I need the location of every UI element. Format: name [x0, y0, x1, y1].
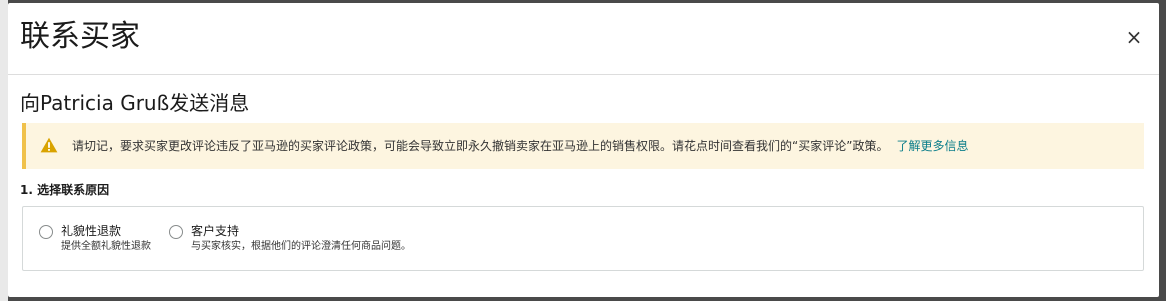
modal-title: 联系买家	[20, 19, 140, 54]
contact-buyer-modal: 联系买家 × 向Patricia Gruß发送消息 请切记，要求买家更改评论违反…	[8, 3, 1159, 297]
policy-warning-text: 请切记，要求买家更改评论违反了亚马逊的买家评论政策，可能会导致立即永久撤销卖家在…	[72, 137, 968, 155]
modal-header: 联系买家 ×	[8, 3, 1159, 75]
page-behind-strip	[0, 0, 8, 301]
courtesy-refund-label: 礼貌性退款	[61, 224, 122, 238]
courtesy-refund-radio[interactable]	[39, 225, 53, 239]
contact-reason-step-label: 1. 选择联系原因	[20, 183, 110, 197]
customer-support-radio[interactable]	[169, 225, 183, 239]
customer-support-description: 与买家核实，根据他们的评论澄清任何商品问题。	[191, 241, 411, 252]
warning-icon	[40, 137, 58, 153]
close-icon[interactable]: ×	[1122, 25, 1146, 49]
contact-reason-options: 礼貌性退款 提供全额礼貌性退款 客户支持 与买家核实，根据他们的评论澄清任何商品…	[22, 206, 1144, 271]
policy-warning-message: 请切记，要求买家更改评论违反了亚马逊的买家评论政策，可能会导致立即永久撤销卖家在…	[72, 139, 889, 153]
customer-support-label: 客户支持	[191, 224, 240, 238]
courtesy-refund-description: 提供全额礼貌性退款	[61, 241, 151, 252]
policy-warning-alert: 请切记，要求买家更改评论违反了亚马逊的买家评论政策，可能会导致立即永久撤销卖家在…	[22, 123, 1144, 169]
learn-more-link[interactable]: 了解更多信息	[896, 139, 968, 153]
message-recipient-title: 向Patricia Gruß发送消息	[20, 91, 250, 115]
